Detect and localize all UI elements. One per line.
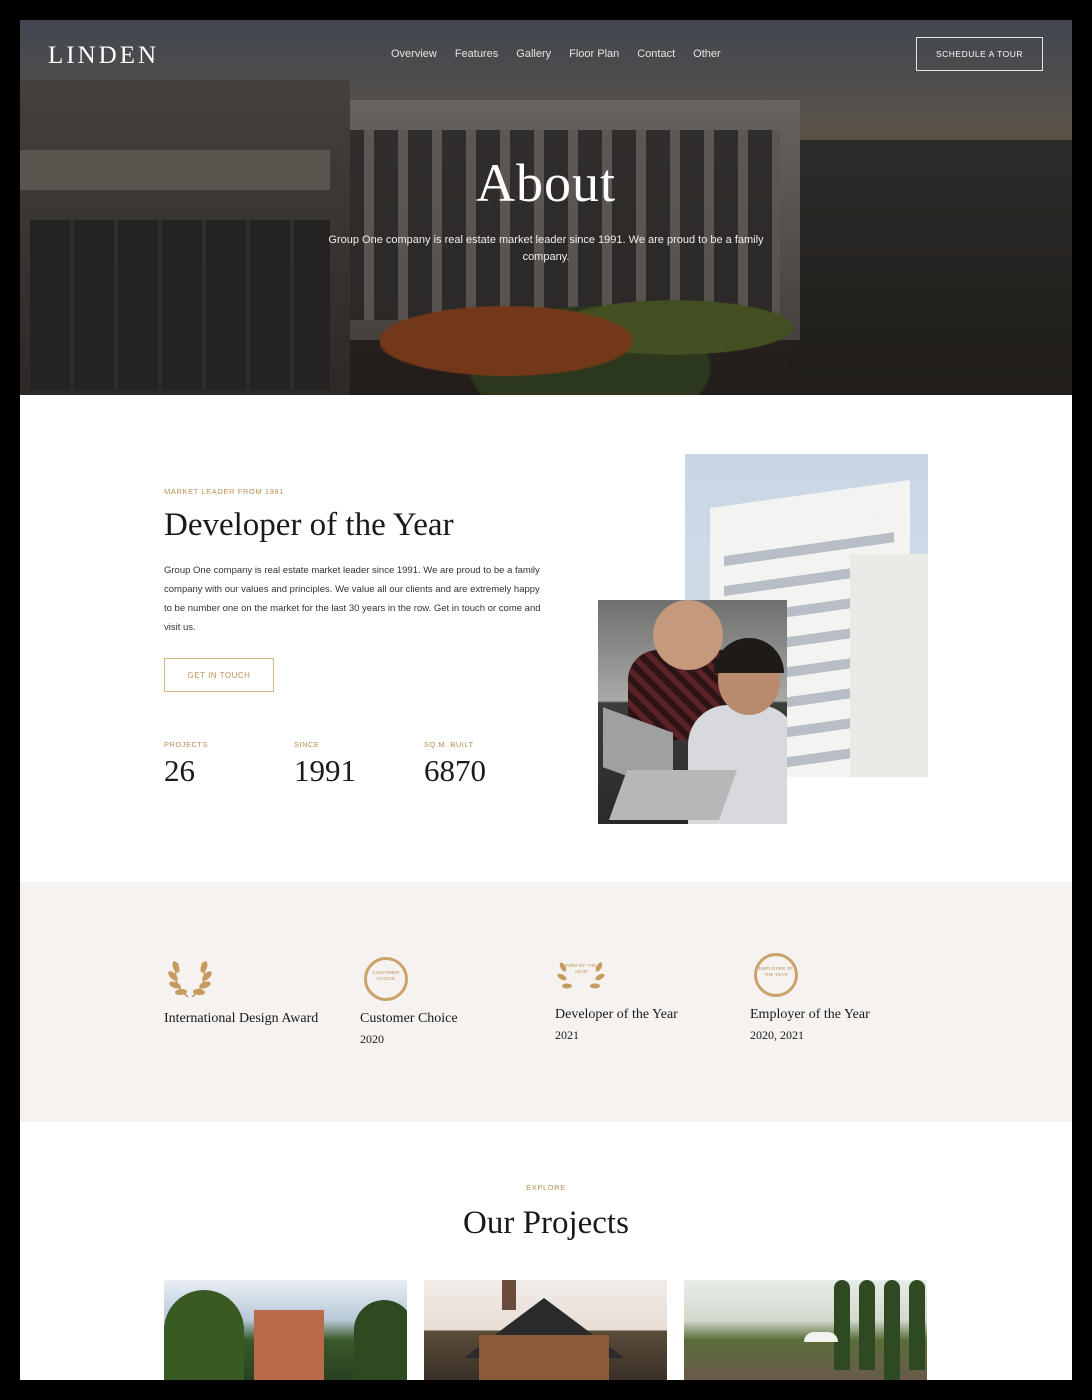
nav-link-contact[interactable]: Contact: [637, 48, 675, 60]
projects-title: Our Projects: [463, 1205, 629, 1241]
nav-link-overview[interactable]: Overview: [391, 48, 437, 60]
page: LINDEN Overview Features Gallery Floor P…: [20, 20, 1072, 1380]
laurel-badge-icon: FIRM OF THE YEAR: [555, 949, 607, 1001]
project-card-garden[interactable]: [684, 1280, 927, 1380]
get-in-touch-button[interactable]: GET IN TOUCH: [164, 658, 274, 692]
nav-link-gallery[interactable]: Gallery: [516, 48, 551, 60]
award-name: International Design Award: [164, 1011, 319, 1026]
award-year: 2021: [555, 1028, 579, 1042]
stat-label: SINCE: [294, 740, 320, 749]
nav-link-features[interactable]: Features: [455, 48, 498, 60]
stat-sqm-built: SQ.M. BUILT 6870: [424, 740, 486, 789]
nav-link-floor-plan[interactable]: Floor Plan: [569, 48, 619, 60]
stat-value: 26: [164, 753, 195, 788]
award-year: 2020, 2021: [750, 1028, 804, 1042]
main-nav: Overview Features Gallery Floor Plan Con…: [391, 48, 739, 60]
hero-subtitle: Group One company is real estate market …: [328, 234, 764, 263]
stat-label: SQ.M. BUILT: [424, 740, 474, 749]
stat-value: 1991: [294, 753, 356, 788]
project-card-house[interactable]: [424, 1280, 667, 1380]
schedule-tour-button[interactable]: SCHEDULE A TOUR: [916, 37, 1043, 71]
stat-label: PROJECTS: [164, 740, 209, 749]
badge-icon: EMPLOYER OF THE YEAR: [750, 949, 802, 1001]
logo[interactable]: LINDEN: [48, 42, 159, 70]
award-item: International Design Award: [164, 953, 318, 1029]
hero-section: LINDEN Overview Features Gallery Floor P…: [20, 20, 1072, 395]
awards-section: International Design Award CUSTOMER CHOI…: [20, 882, 1072, 1122]
award-item: EMPLOYER OF THE YEAR Employer of the Yea…: [750, 949, 870, 1045]
stat-since: SINCE 1991: [294, 740, 356, 789]
award-name: Employer of the Year: [750, 1007, 870, 1022]
nav-link-other[interactable]: Other: [693, 48, 721, 60]
award-item: CUSTOMER CHOICE Customer Choice 2020: [360, 953, 458, 1049]
award-name: Customer Choice: [360, 1011, 458, 1026]
project-card-villa[interactable]: [164, 1280, 407, 1380]
office-image: [598, 600, 787, 824]
stat-value: 6870: [424, 753, 486, 788]
award-year: 2020: [360, 1032, 384, 1046]
award-name: Developer of the Year: [555, 1007, 678, 1022]
about-eyebrow: MARKET LEADER FROM 1991: [164, 487, 284, 496]
badge-text: FIRM OF THE YEAR: [565, 963, 597, 974]
badge-text: CUSTOMER CHOICE: [372, 970, 400, 981]
hero-title: About: [476, 153, 616, 213]
projects-eyebrow: EXPLORE: [526, 1183, 566, 1192]
badge-text: EMPLOYER OF THE YEAR: [758, 966, 794, 977]
laurel-wreath-icon: [164, 953, 216, 1005]
award-item: FIRM OF THE YEAR Developer of the Year 2…: [555, 949, 678, 1045]
about-text: Group One company is real estate market …: [164, 565, 541, 633]
about-title: Developer of the Year: [164, 507, 454, 543]
stat-projects: PROJECTS 26: [164, 740, 208, 789]
badge-icon: CUSTOMER CHOICE: [360, 953, 412, 1005]
